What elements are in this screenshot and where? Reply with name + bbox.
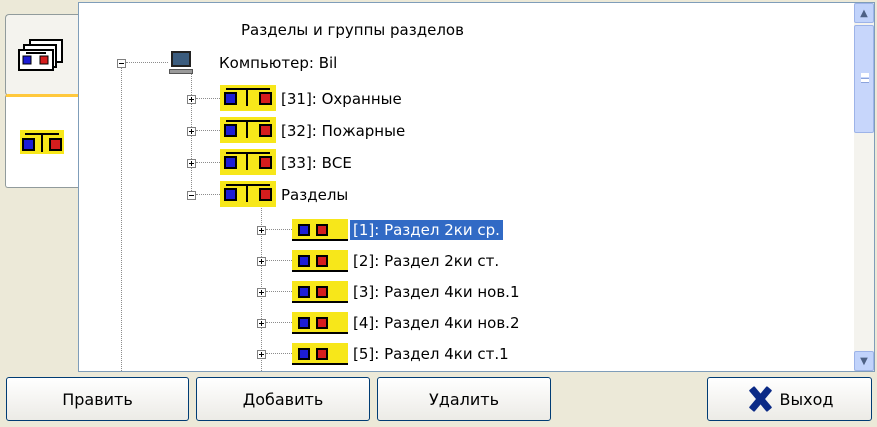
- tree-node-sections-folder[interactable]: Разделы: [187, 181, 351, 207]
- tab-groups-view[interactable]: [5, 94, 78, 188]
- tree-node-section-2[interactable]: [2]: Раздел 2ки ст.: [257, 249, 502, 273]
- tree-node-label: Компьютер: Bil: [219, 54, 338, 72]
- section-group-icon: [220, 85, 276, 111]
- scroll-up-button[interactable]: ▲: [854, 3, 874, 23]
- section-icon: [292, 219, 348, 241]
- scroll-down-button[interactable]: ▼: [854, 351, 874, 371]
- tree-node-section-1[interactable]: [1]: Раздел 2ки ср.: [257, 218, 503, 242]
- tree-node-label: [4]: Раздел 4ки нов.2: [353, 314, 520, 332]
- scroll-thumb[interactable]: [854, 25, 874, 133]
- exit-button-label: Выход: [779, 389, 834, 409]
- exit-x-icon: [746, 385, 774, 413]
- tree-node-computer[interactable]: Компьютер: Bil: [117, 51, 340, 75]
- action-bar: Править Добавить Удалить Выход: [0, 374, 877, 427]
- sections-tree-panel: Разделы и группы разделов Компьютер: Bil…: [78, 2, 875, 372]
- section-icon: [292, 312, 348, 334]
- view-tab-strip: [0, 0, 80, 372]
- expand-icon[interactable]: [257, 287, 266, 297]
- tree-node-label: [31]: Охранные: [281, 90, 402, 108]
- section-group-icon: [220, 181, 276, 207]
- expand-icon[interactable]: [257, 349, 266, 359]
- add-button[interactable]: Добавить: [196, 377, 370, 421]
- collapse-icon[interactable]: [187, 190, 196, 200]
- section-icon: [292, 343, 348, 365]
- tree-node-label: [33]: ВСЕ: [281, 154, 352, 172]
- chevron-up-icon: ▲: [860, 7, 868, 19]
- tree-scrollbar[interactable]: ▲ ▼: [854, 3, 874, 371]
- tree-node-label: [32]: Пожарные: [281, 122, 406, 140]
- exit-button[interactable]: Выход: [707, 377, 872, 421]
- edit-button[interactable]: Править: [6, 377, 189, 421]
- section-group-icon: [220, 117, 276, 143]
- tree-node-section-5[interactable]: [5]: Раздел 4ки ст.1: [257, 342, 512, 366]
- tree-guide: [121, 63, 122, 371]
- section-tree-icon: [18, 39, 63, 71]
- computer-icon: [168, 50, 196, 76]
- tree-node-group-31[interactable]: [31]: Охранные: [187, 85, 405, 111]
- tree-header: Разделы и группы разделов: [241, 21, 464, 39]
- tree-node-group-33[interactable]: [33]: ВСЕ: [187, 149, 355, 175]
- chevron-down-icon: ▼: [860, 355, 868, 367]
- tab-tree-view[interactable]: [5, 14, 78, 96]
- expand-icon[interactable]: [257, 225, 266, 235]
- section-group-icon: [20, 130, 64, 154]
- section-icon: [292, 250, 348, 272]
- expand-icon[interactable]: [187, 94, 196, 104]
- collapse-icon[interactable]: [117, 58, 126, 68]
- expand-icon[interactable]: [187, 126, 196, 136]
- tree-node-label: [2]: Раздел 2ки ст.: [353, 252, 500, 270]
- tree-node-label: [5]: Раздел 4ки ст.1: [353, 345, 509, 363]
- delete-button[interactable]: Удалить: [377, 377, 551, 421]
- expand-icon[interactable]: [187, 158, 196, 168]
- tree-node-label-selected: [1]: Раздел 2ки ср.: [350, 220, 503, 240]
- tree-node-section-4[interactable]: [4]: Раздел 4ки нов.2: [257, 311, 523, 335]
- section-icon: [292, 281, 348, 303]
- tree-node-group-32[interactable]: [32]: Пожарные: [187, 117, 408, 143]
- section-group-icon: [220, 149, 276, 175]
- tree-node-label: [3]: Раздел 4ки нов.1: [353, 283, 520, 301]
- expand-icon[interactable]: [257, 256, 266, 266]
- tree-node-label: Разделы: [281, 186, 349, 204]
- tree-node-section-3[interactable]: [3]: Раздел 4ки нов.1: [257, 280, 523, 304]
- expand-icon[interactable]: [257, 318, 266, 328]
